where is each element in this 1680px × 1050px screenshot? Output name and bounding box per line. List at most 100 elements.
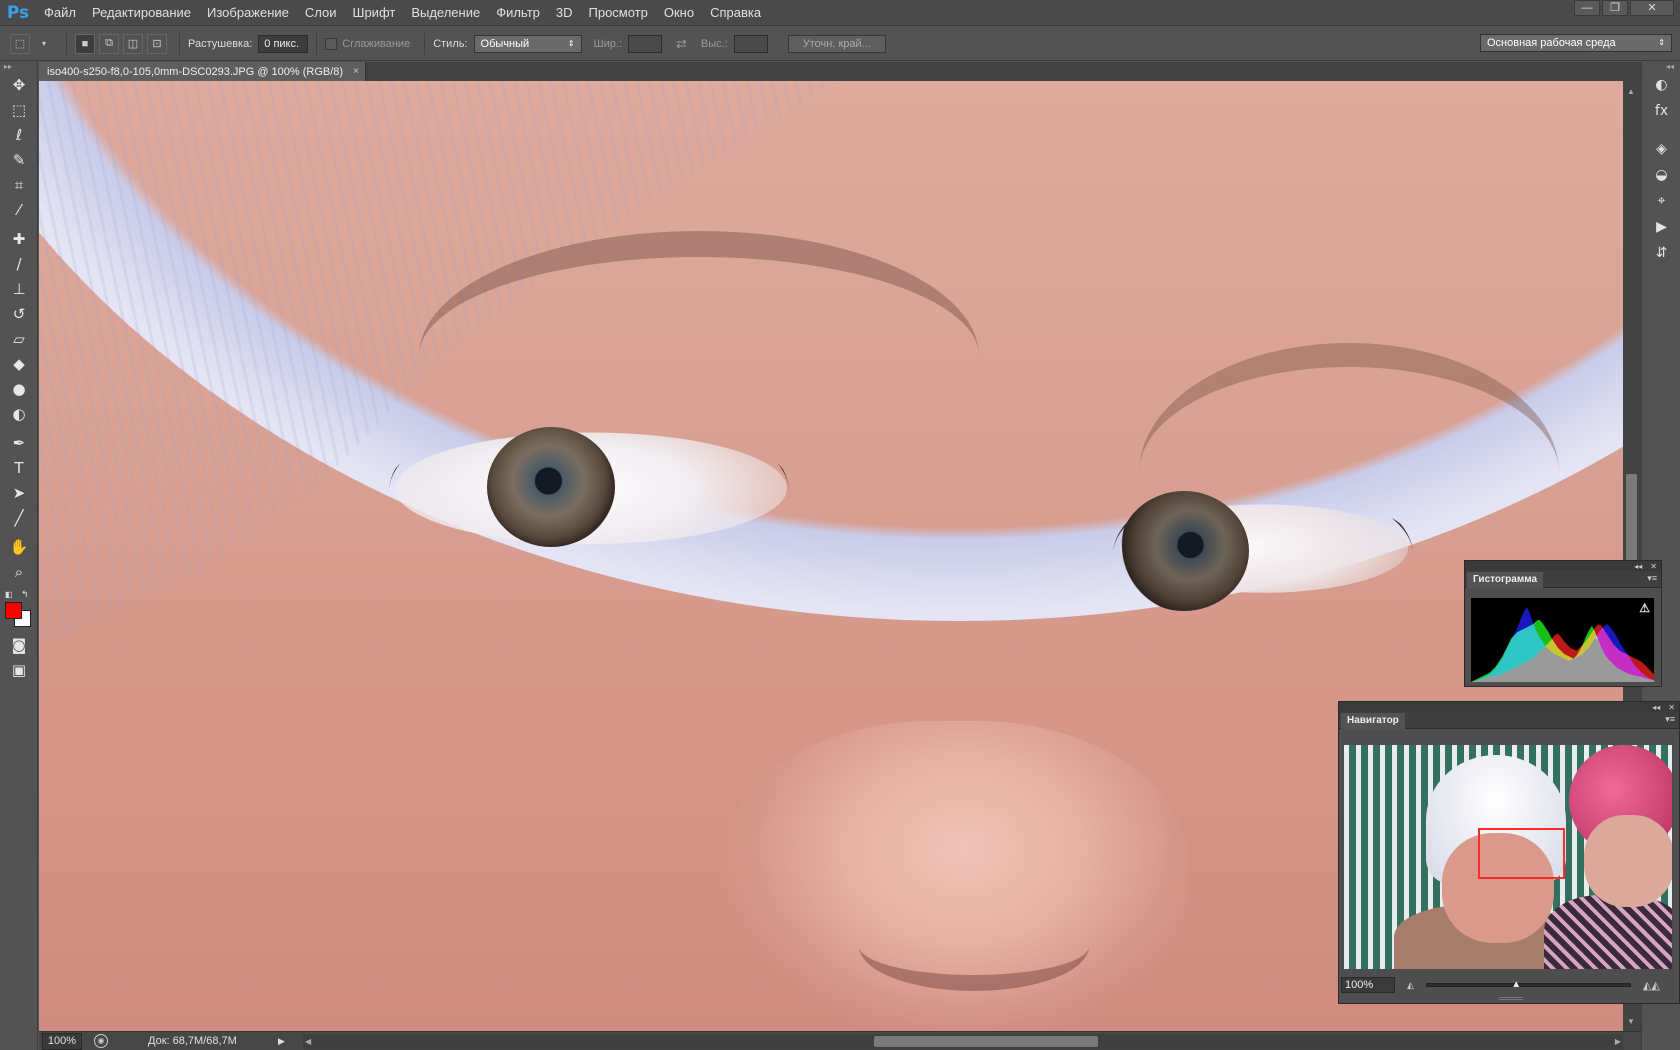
dodge-tool-icon[interactable]: ◐	[0, 401, 38, 426]
view-proxy-rectangle[interactable]	[1478, 828, 1565, 879]
quick-mask-icon[interactable]: ◙	[0, 632, 38, 657]
document-tab[interactable]: iso400-s250-f8,0-105,0mm-DSC0293.JPG @ 1…	[39, 62, 366, 81]
menu-item[interactable]: Фильтр	[488, 0, 548, 26]
marquee-preset-icon[interactable]: ⬚	[10, 33, 30, 54]
move-tool-icon[interactable]: ✥	[0, 72, 38, 97]
menu-item[interactable]: Файл	[36, 0, 84, 26]
history-brush-tool-icon[interactable]: ↺	[0, 301, 38, 326]
preset-dropdown-icon[interactable]: ▾	[34, 34, 54, 54]
styles-icon[interactable]: fx	[1642, 98, 1680, 124]
menu-item[interactable]: Просмотр	[581, 0, 656, 26]
menu-item[interactable]: Окно	[656, 0, 702, 26]
scroll-up-icon[interactable]: ▲	[1627, 87, 1635, 96]
close-tab-icon[interactable]: ×	[353, 66, 359, 77]
navigator-thumbnail[interactable]	[1344, 745, 1672, 969]
navigator-zoom-field[interactable]: 100%	[1341, 977, 1395, 993]
brush-tool-icon[interactable]: /	[0, 251, 38, 276]
close-panel-icon[interactable]: ✕	[1650, 562, 1657, 571]
minimize-button[interactable]: —	[1574, 0, 1600, 16]
paths-icon[interactable]: ⌖	[1642, 188, 1680, 214]
menu-item[interactable]: Выделение	[403, 0, 488, 26]
pen-tool-icon[interactable]: ✒	[0, 430, 38, 455]
line-tool-icon[interactable]: ╱	[0, 505, 38, 530]
foreground-color-swatch[interactable]	[5, 602, 22, 619]
path-select-tool-icon[interactable]: ➤	[0, 480, 38, 505]
type-tool-icon[interactable]: T	[0, 455, 38, 480]
zoom-out-icon[interactable]: ◭	[1407, 980, 1414, 991]
share-icon[interactable]: ◉	[94, 1034, 108, 1048]
menu-item[interactable]: 3D	[548, 0, 581, 26]
panel-collapse-icon[interactable]: ▸▸	[0, 62, 37, 72]
color-icon[interactable]: ◐	[1642, 72, 1680, 98]
close-window-button[interactable]: ✕	[1630, 0, 1674, 16]
width-input[interactable]	[628, 34, 663, 53]
separator	[179, 32, 180, 55]
eraser-tool-icon[interactable]: ▱	[0, 326, 38, 351]
zoom-slider[interactable]: ▲	[1425, 979, 1631, 990]
antialias-checkbox[interactable]	[325, 37, 338, 50]
menu-item[interactable]: Редактирование	[84, 0, 199, 26]
add-selection-icon[interactable]: ⧉	[99, 33, 119, 54]
screen-mode-icon[interactable]: ▣	[0, 657, 38, 682]
status-menu-icon[interactable]: ▶	[278, 1036, 285, 1047]
intersect-selection-icon[interactable]: ⊡	[147, 33, 167, 54]
channels-icon[interactable]: ◒	[1642, 162, 1680, 188]
close-panel-icon[interactable]: ✕	[1668, 703, 1675, 712]
panel-titlebar: ◂◂ ✕	[1465, 561, 1661, 571]
blur-tool-icon[interactable]: ●	[0, 376, 38, 401]
restore-button[interactable]: ❐	[1602, 0, 1628, 16]
menu-item[interactable]: Изображение	[199, 0, 297, 26]
scroll-down-icon[interactable]: ▼	[1627, 1017, 1635, 1026]
panel-menu-icon[interactable]: ▾≡	[1665, 714, 1675, 725]
scroll-left-icon[interactable]: ◀	[305, 1034, 311, 1049]
layers-icon[interactable]: ◈	[1642, 136, 1680, 162]
crop-tool-icon[interactable]: ⌗	[0, 172, 38, 197]
dock-expand-icon[interactable]: ◂◂	[1642, 62, 1680, 72]
zoom-in-icon[interactable]: ◭◭	[1643, 979, 1660, 992]
quick-select-tool-icon[interactable]: ✎	[0, 147, 38, 172]
actions-icon[interactable]: ▶	[1642, 214, 1680, 240]
style-label: Стиль:	[433, 37, 468, 50]
zoom-tool-icon[interactable]: ⌕	[0, 559, 38, 584]
cache-warning-icon[interactable]: ⚠	[1639, 601, 1650, 615]
horizontal-scrollbar[interactable]: ◀ ▶	[303, 1034, 1623, 1049]
panel-resize-grip[interactable]	[1499, 997, 1523, 1000]
healing-tool-icon[interactable]: ✚	[0, 226, 38, 251]
panel-menu-icon[interactable]: ▾≡	[1647, 573, 1657, 584]
menu-item[interactable]: Справка	[702, 0, 769, 26]
refine-edge-button[interactable]: Уточн. край...	[787, 34, 886, 53]
default-colors-icon[interactable]: ◧	[5, 590, 13, 599]
zoom-slider-thumb[interactable]: ▲	[1511, 979, 1521, 990]
subtract-selection-icon[interactable]: ◫	[123, 33, 143, 54]
menu-bar: Ps Файл Редактирование Изображение Слои Шриф…	[0, 0, 1680, 26]
separator	[424, 32, 426, 55]
style-select[interactable]: Обычный ⇕	[473, 34, 582, 53]
eyedropper-tool-icon[interactable]: ⁄	[0, 197, 38, 222]
swap-colors-icon[interactable]: ↰	[21, 589, 29, 600]
horizontal-scroll-thumb[interactable]	[874, 1036, 1098, 1047]
marquee-tool-icon[interactable]: ⬚	[0, 97, 38, 122]
hand-tool-icon[interactable]: ✋	[0, 534, 38, 559]
document-tab-title: iso400-s250-f8,0-105,0mm-DSC0293.JPG @ 1…	[47, 65, 344, 78]
bucket-tool-icon[interactable]: ◆	[0, 351, 38, 376]
workspace-select[interactable]: Основная рабочая среда ⇕	[1480, 34, 1672, 52]
menu-item[interactable]: Шрифт	[345, 0, 404, 26]
zoom-level-field[interactable]: 100%	[42, 1032, 82, 1050]
swap-dimensions-icon[interactable]: ⇄	[676, 36, 687, 52]
collapse-icon[interactable]: ◂◂	[1634, 562, 1642, 571]
history-icon[interactable]: ⇵	[1642, 240, 1680, 266]
lasso-tool-icon[interactable]: ℓ	[0, 122, 38, 147]
menu-item[interactable]: Слои	[297, 0, 345, 26]
collapse-icon[interactable]: ◂◂	[1652, 703, 1660, 712]
navigator-tab[interactable]: Навигатор	[1341, 713, 1405, 729]
navigator-zoom-bar: 100% ◭ ▲ ◭◭	[1339, 974, 1679, 996]
stamp-tool-icon[interactable]: ⊥	[0, 276, 38, 301]
photoshop-logo: Ps	[6, 2, 30, 23]
new-selection-icon[interactable]: ■	[75, 33, 95, 54]
feather-label: Растушевка:	[188, 37, 253, 50]
height-input[interactable]	[733, 34, 768, 53]
photo-nostril	[859, 901, 1089, 991]
histogram-tab[interactable]: Гистограмма	[1467, 572, 1544, 588]
scroll-right-icon[interactable]: ▶	[1615, 1034, 1621, 1049]
feather-input[interactable]: 0 пикс.	[258, 34, 309, 53]
